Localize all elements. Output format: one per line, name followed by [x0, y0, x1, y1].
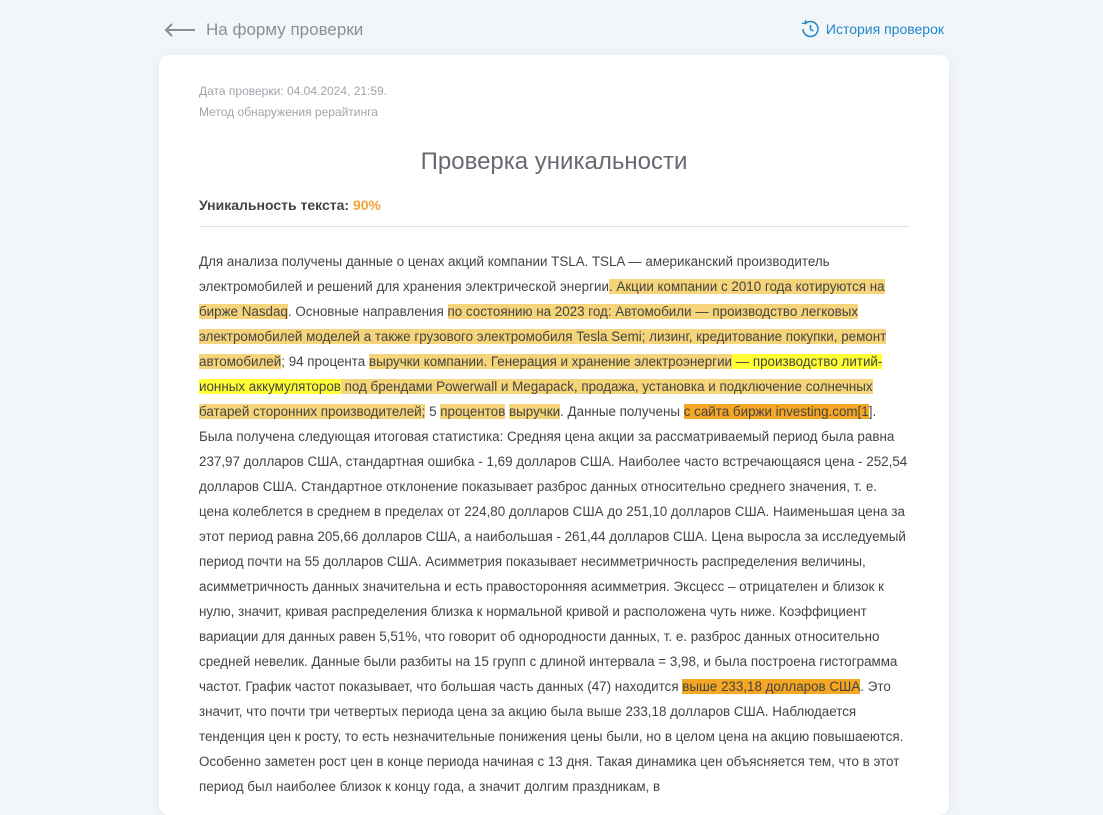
detection-method: Метод обнаружения рерайтинга — [199, 105, 378, 119]
history-link-label: История проверок — [825, 21, 944, 37]
text-fragment: . Данные получены — [560, 404, 684, 419]
highlighted-fragment: выручки компании. Генерация и хранение э… — [368, 354, 733, 369]
report-card: Дата проверки: 04.04.2024, 21:59. Метод … — [159, 55, 949, 815]
text-fragment: ]. Была получена следующая итоговая стат… — [199, 404, 908, 694]
text-fragment: . Основные направления — [287, 304, 448, 319]
text-fragment: . Это значит, что почти три четвертых пе… — [199, 679, 904, 794]
back-to-form-link[interactable]: На форму проверки — [164, 20, 363, 40]
uniqueness-label: Уникальность текста: — [199, 197, 353, 213]
highlighted-fragment: с сайта биржи investing.com[1 — [683, 404, 869, 419]
back-link-label: На форму проверки — [206, 20, 364, 39]
text-fragment: 5 — [425, 404, 441, 419]
arrow-left-icon — [164, 23, 195, 37]
check-date: Дата проверки: 04.04.2024, 21:59. — [199, 84, 388, 98]
highlighted-fragment: выручки — [509, 404, 561, 419]
highlighted-fragment: процентов — [440, 404, 506, 419]
history-clock-icon — [802, 20, 819, 38]
text-fragment: ; 94 процента — [281, 354, 369, 369]
top-navigation: На форму проверки История проверок — [0, 0, 1103, 60]
uniqueness-summary: Уникальность текста: 90% — [199, 197, 909, 227]
uniqueness-value: 90% — [352, 197, 381, 213]
check-history-link[interactable]: История проверок — [799, 18, 944, 40]
page-title: Проверка уникальности — [420, 148, 688, 175]
checked-text: Для анализа получены данные о ценах акци… — [199, 249, 909, 799]
highlighted-fragment: выше 233,18 долларов США — [682, 679, 861, 694]
